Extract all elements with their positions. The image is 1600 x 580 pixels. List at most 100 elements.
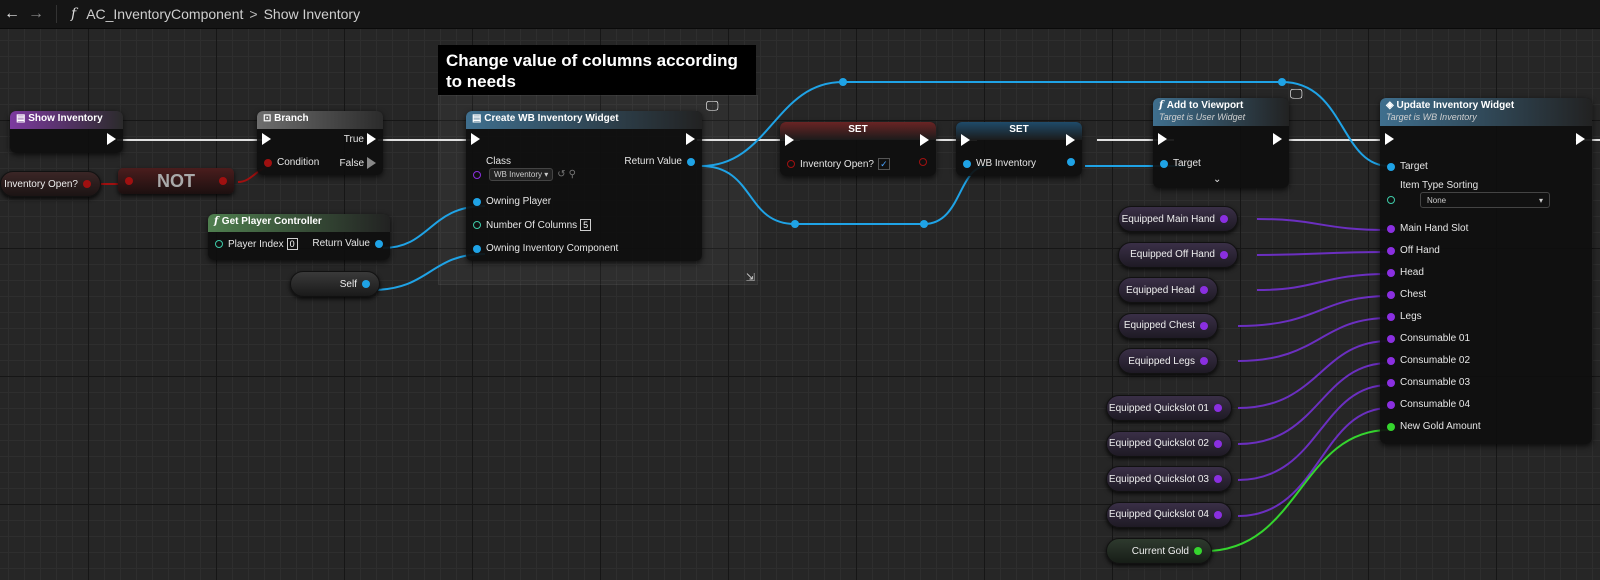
exec-in-pin[interactable]: [958, 134, 973, 146]
struct-pin-icon[interactable]: [1214, 475, 1222, 483]
number-of-columns-pin[interactable]: Number Of Columns 5: [468, 219, 592, 231]
struct-pin-icon[interactable]: [1220, 215, 1228, 223]
pin-label: Consumable 02: [1400, 355, 1471, 366]
node-header: ▤ Show Inventory: [10, 111, 123, 129]
inventory-open-pin[interactable]: Inventory Open? ✓: [782, 158, 890, 170]
branch-node[interactable]: ⊡ Branch True Condition False: [257, 111, 383, 175]
equipped-var-getter[interactable]: Equipped Legs: [1118, 348, 1218, 374]
wb-inventory-pin[interactable]: WB Inventory: [958, 158, 1036, 169]
update-input-pin[interactable]: Chest: [1382, 289, 1426, 300]
struct-pin-icon[interactable]: [1200, 321, 1208, 330]
object-pin-icon[interactable]: [362, 280, 370, 288]
update-input-pin[interactable]: Consumable 04: [1382, 399, 1470, 410]
struct-wire: [1237, 362, 1390, 445]
browse-icon[interactable]: ↺: [557, 169, 565, 180]
update-input-pin[interactable]: Consumable 01: [1382, 333, 1470, 344]
set-inventory-open-node[interactable]: SET Inventory Open? ✓: [780, 122, 936, 176]
exec-in-pin[interactable]: [1382, 133, 1397, 145]
item-type-sorting-dropdown[interactable]: None ▾: [1420, 192, 1550, 208]
quickslot-var-getter[interactable]: Equipped Quickslot 02: [1106, 430, 1232, 457]
self-node[interactable]: Self: [290, 271, 380, 297]
false-pin[interactable]: False: [340, 157, 379, 169]
dropdown-value: None: [1427, 195, 1447, 205]
return-value-label: Return Value: [312, 238, 370, 249]
update-input-pin[interactable]: Legs: [1382, 311, 1422, 322]
current-gold-getter[interactable]: Current Gold: [1106, 538, 1212, 564]
exec-in-pin[interactable]: [259, 133, 274, 145]
set-wb-inventory-node[interactable]: SET WB Inventory: [956, 122, 1082, 176]
search-icon[interactable]: ⚲: [569, 169, 576, 180]
equipped-var-getter[interactable]: Equipped Chest: [1118, 312, 1218, 339]
exec-out-pin[interactable]: [1063, 134, 1078, 146]
bool-out-pin[interactable]: [914, 158, 932, 166]
exec-out-pin[interactable]: [1270, 133, 1285, 145]
update-input-pin[interactable]: Head: [1382, 267, 1424, 278]
struct-pin-icon[interactable]: [1200, 357, 1208, 365]
return-value-pin[interactable]: Return Value: [312, 238, 388, 249]
struct-pin-icon[interactable]: [1200, 286, 1208, 294]
quickslot-var-getter[interactable]: Equipped Quickslot 03: [1106, 466, 1232, 492]
target-pin[interactable]: Target: [1155, 158, 1201, 169]
pin-label: Chest: [1400, 289, 1427, 300]
exec-in-pin[interactable]: [1155, 133, 1170, 145]
equipped-var-getter[interactable]: Equipped Off Hand: [1118, 241, 1238, 268]
update-input-pin[interactable]: Off Hand: [1382, 245, 1440, 256]
update-input-pin[interactable]: Consumable 03: [1382, 377, 1470, 388]
update-input-pin[interactable]: Main Hand Slot: [1382, 223, 1468, 234]
exec-pin-icon: [686, 133, 695, 145]
player-index-pin[interactable]: Player Index 0: [210, 238, 298, 250]
object-pin-icon: [1387, 162, 1395, 171]
add-to-viewport-node[interactable]: f Add to Viewport Target is User Widget …: [1153, 98, 1289, 188]
update-inventory-widget-node[interactable]: ◈ Update Inventory Widget Target is WB I…: [1380, 98, 1592, 444]
wb-inventory-out-pin[interactable]: [1062, 158, 1080, 166]
quickslot-var-getter[interactable]: Equipped Quickslot 04: [1106, 501, 1232, 528]
int-pin-icon: [473, 221, 481, 229]
exec-out-pin[interactable]: [104, 133, 119, 145]
exec-out-pin[interactable]: [1573, 133, 1588, 145]
player-index-input[interactable]: 0: [286, 238, 298, 250]
class-label: Class: [486, 156, 512, 167]
bool-pin-icon[interactable]: [83, 180, 91, 188]
inventory-open-getter[interactable]: Inventory Open?: [0, 171, 101, 197]
exec-in-pin[interactable]: [468, 133, 483, 145]
var-label: Equipped Off Hand: [1130, 249, 1215, 260]
item-type-sorting-pin[interactable]: None ▾: [1382, 192, 1550, 208]
reroute-knot: [1278, 78, 1286, 86]
return-value-pin[interactable]: Return Value: [624, 156, 700, 167]
inventory-open-checkbox[interactable]: ✓: [877, 158, 890, 170]
struct-pin-icon[interactable]: [1214, 510, 1222, 519]
exec-in-pin[interactable]: [782, 134, 797, 146]
create-widget-node[interactable]: ▤ Create WB Inventory Widget Class WB In…: [466, 111, 702, 261]
owning-player-pin[interactable]: Owning Player: [468, 196, 551, 207]
condition-pin[interactable]: Condition: [259, 157, 319, 168]
bool-out-pin-icon[interactable]: [219, 177, 227, 185]
number-of-columns-input[interactable]: 5: [580, 219, 592, 231]
equipped-var-getter[interactable]: Equipped Main Hand: [1118, 206, 1238, 232]
owning-inventory-component-pin[interactable]: Owning Inventory Component: [468, 243, 618, 254]
bool-in-pin-icon[interactable]: [125, 177, 133, 185]
struct-pin-icon[interactable]: [1214, 404, 1222, 412]
equipped-var-getter[interactable]: Equipped Head: [1118, 277, 1218, 303]
expand-chevron-icon[interactable]: ⌄: [1213, 174, 1221, 185]
class-combo[interactable]: WB Inventory ▾: [489, 168, 554, 181]
target-pin[interactable]: Target: [1382, 161, 1428, 172]
node-title: Branch: [274, 113, 309, 124]
quickslot-var-getter[interactable]: Equipped Quickslot 01: [1106, 395, 1232, 421]
exec-pin-icon: [107, 133, 116, 145]
int-pin-icon: [215, 240, 223, 248]
node-header: f Get Player Controller: [208, 214, 390, 232]
update-input-pin[interactable]: Consumable 02: [1382, 355, 1470, 366]
int-pin-icon[interactable]: [1194, 547, 1202, 555]
target-label: Target: [1173, 158, 1201, 169]
get-player-controller-node[interactable]: f Get Player Controller Player Index 0 Re…: [208, 214, 390, 260]
exec-out-pin[interactable]: [917, 134, 932, 146]
exec-pin-icon: [920, 134, 929, 146]
update-input-pin[interactable]: New Gold Amount: [1382, 421, 1481, 432]
class-pin[interactable]: WB Inventory ▾ ↺ ⚲: [468, 168, 576, 181]
exec-out-pin[interactable]: [683, 133, 698, 145]
struct-pin-icon[interactable]: [1220, 250, 1228, 259]
struct-pin-icon[interactable]: [1214, 439, 1222, 448]
not-node[interactable]: NOT: [118, 168, 234, 194]
true-pin[interactable]: True: [344, 133, 379, 145]
show-inventory-event-node[interactable]: ▤ Show Inventory: [10, 111, 123, 153]
